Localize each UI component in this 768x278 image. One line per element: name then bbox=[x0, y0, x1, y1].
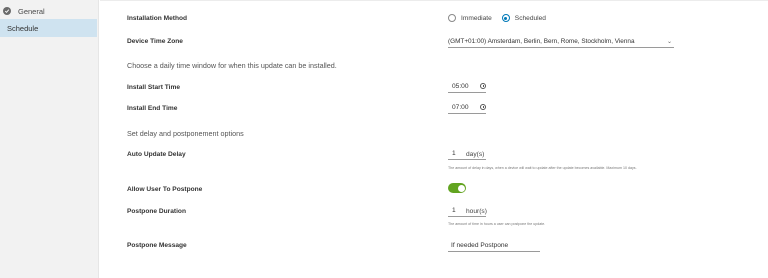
radio-scheduled-label: Scheduled bbox=[514, 14, 546, 22]
auto-update-delay-label: Auto Update Delay bbox=[127, 151, 186, 158]
postpone-duration-helper: The amount of time in hours a user can p… bbox=[448, 222, 546, 226]
postpone-message-value: If needed Postpone bbox=[451, 241, 509, 249]
install-end-time-input[interactable]: 07:00 bbox=[448, 101, 486, 114]
radio-scheduled[interactable]: Scheduled bbox=[501, 14, 546, 22]
radio-checked-icon[interactable] bbox=[501, 14, 510, 22]
sidebar: General Schedule bbox=[0, 0, 99, 278]
sidebar-item-general[interactable]: General bbox=[0, 2, 97, 20]
sidebar-item-schedule[interactable]: Schedule bbox=[0, 19, 97, 37]
clock-icon bbox=[480, 83, 486, 89]
install-start-time-input[interactable]: 05:00 bbox=[448, 80, 486, 93]
device-time-zone-label: Device Time Zone bbox=[127, 38, 183, 45]
time-zone-select[interactable]: (GMT+01:00) Amsterdam, Berlin, Bern, Rom… bbox=[448, 35, 674, 48]
allow-user-to-postpone-label: Allow User To Postpone bbox=[127, 186, 203, 193]
install-start-time-value: 05:00 bbox=[452, 82, 469, 90]
install-end-time-label: Install End Time bbox=[127, 105, 178, 112]
postpone-duration-label: Postpone Duration bbox=[127, 208, 186, 215]
postpone-message-input[interactable]: If needed Postpone bbox=[448, 239, 540, 252]
postpone-duration-unit: hour(s) bbox=[466, 208, 487, 215]
sidebar-item-label: Schedule bbox=[7, 23, 39, 33]
clock-icon bbox=[480, 104, 486, 110]
radio-circle-icon[interactable] bbox=[448, 14, 456, 22]
installation-method-label: Installation Method bbox=[127, 15, 188, 22]
radio-immediate-label: Immediate bbox=[461, 14, 492, 22]
auto-update-delay-helper: The amount of delay in days, when a devi… bbox=[448, 166, 637, 170]
auto-update-delay-unit: day(s) bbox=[466, 151, 485, 158]
chevron-down-icon: ⌄ bbox=[666, 38, 672, 45]
time-zone-value: (GMT+01:00) Amsterdam, Berlin, Bern, Rom… bbox=[448, 37, 635, 45]
installation-method-radio-group: Immediate Scheduled bbox=[448, 14, 556, 22]
delay-section-text: Set delay and postponement options bbox=[127, 129, 244, 138]
time-window-section-text: Choose a daily time window for when this… bbox=[127, 61, 337, 70]
allow-user-to-postpone-toggle[interactable] bbox=[448, 183, 466, 193]
radio-immediate[interactable]: Immediate bbox=[448, 14, 492, 22]
postpone-message-label: Postpone Message bbox=[127, 242, 187, 249]
install-end-time-value: 07:00 bbox=[452, 103, 469, 111]
sidebar-item-label: General bbox=[18, 6, 45, 16]
check-circle-icon bbox=[3, 7, 11, 15]
install-start-time-label: Install Start Time bbox=[127, 84, 181, 91]
